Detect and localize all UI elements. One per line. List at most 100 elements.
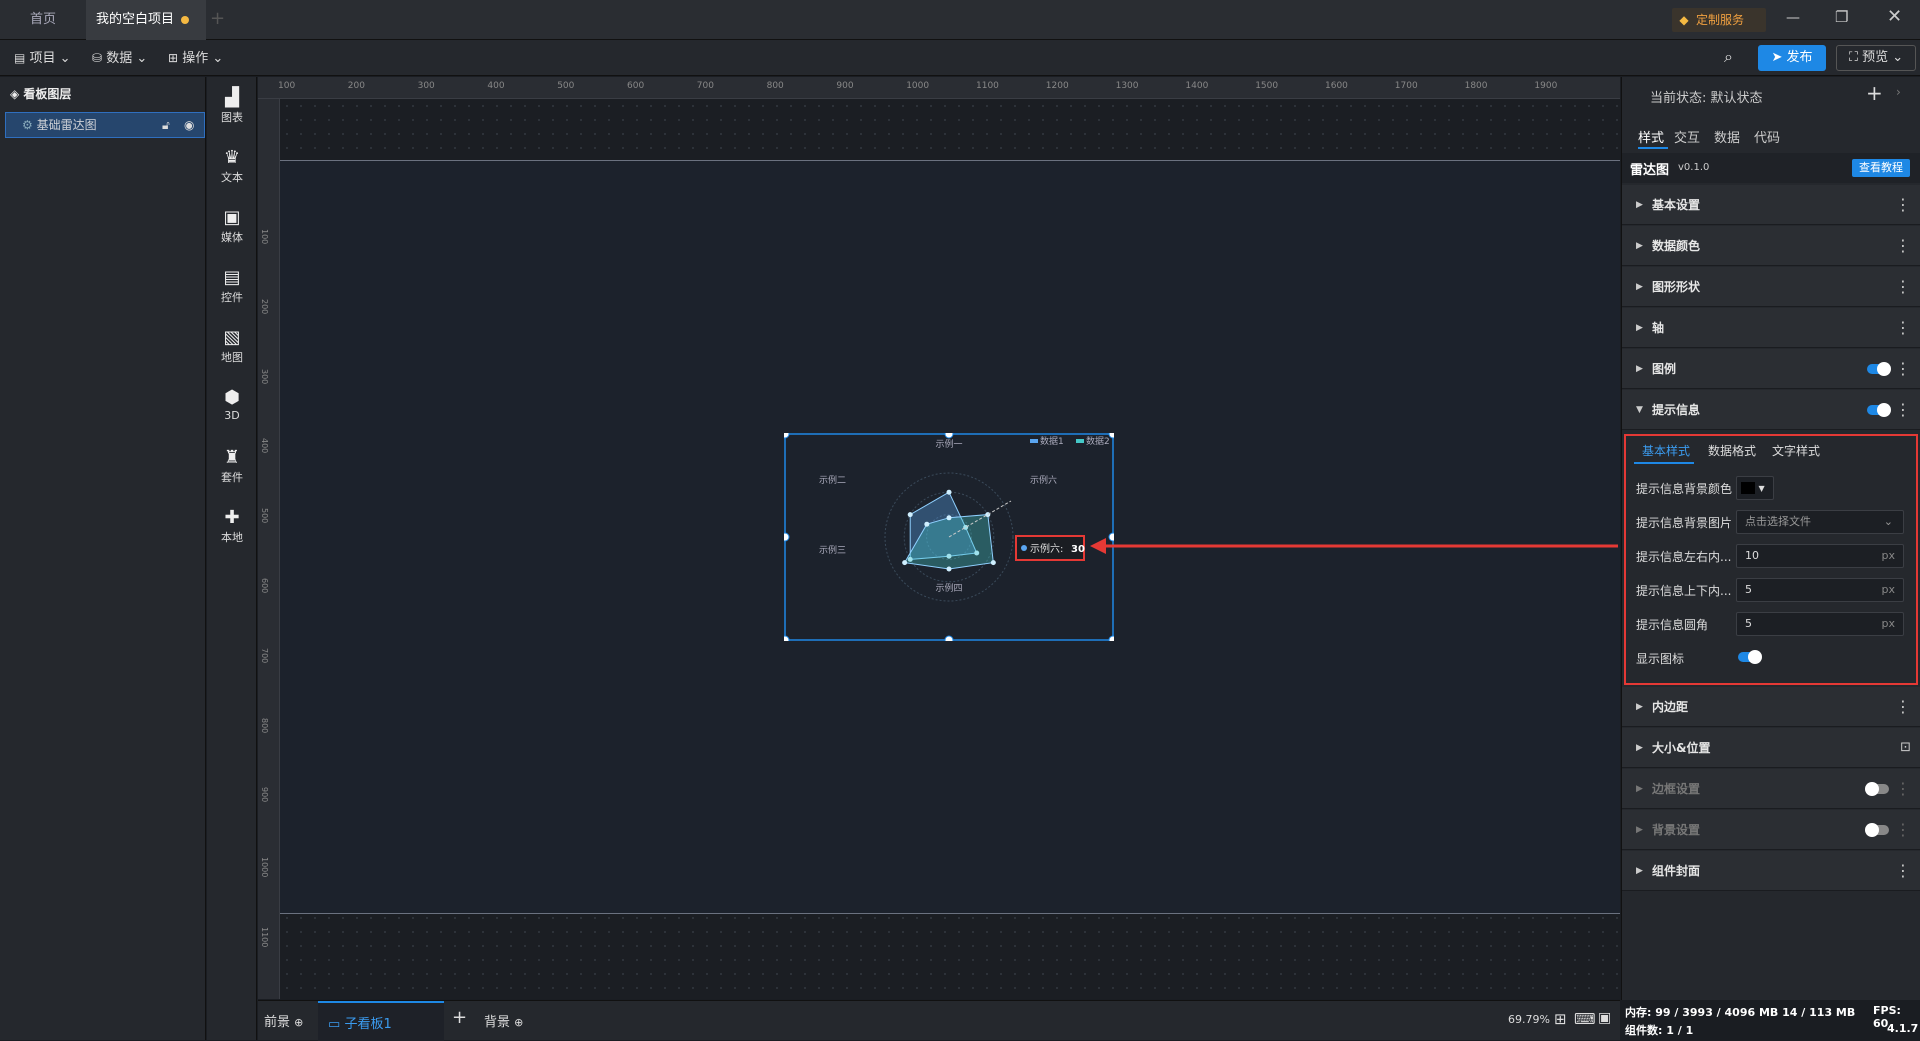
ruler-tick-label: 300 (417, 81, 435, 91)
tab-project-label: 我的空白项目 (96, 12, 175, 27)
more-icon[interactable]: ⋮ (1895, 687, 1911, 727)
tooltip-label: 示例六: (1030, 542, 1063, 555)
tab-interaction[interactable]: 交互 (1674, 127, 1700, 146)
custom-service-label: 定制服务 (1696, 13, 1745, 27)
keyboard-icon[interactable]: ⌨ (1574, 1010, 1596, 1028)
fit-icon[interactable]: ⊞ (1554, 1010, 1567, 1028)
radar-chart[interactable]: 示例一示例二示例三示例四示例五示例六 数据1数据2 示例六: 30 (784, 433, 1114, 641)
tab-foreground-label: 前景 (264, 1015, 291, 1030)
add-circle-icon[interactable]: ⊕ (514, 1016, 523, 1029)
section-label: 边框设置 (1652, 782, 1701, 796)
section-background[interactable]: ▶ 背景设置 ⋮ (1622, 810, 1920, 850)
add-board-icon[interactable]: + (452, 1007, 467, 1028)
section-legend[interactable]: ▶ 图例 ⋮ (1622, 349, 1920, 389)
tab-data-format[interactable]: 数据格式 (1708, 442, 1756, 459)
radar-point (907, 512, 913, 518)
more-icon[interactable]: ⋮ (1895, 308, 1911, 348)
section-data-colors[interactable]: ▶ 数据颜色 ⋮ (1622, 226, 1920, 266)
padding-tb-value: 5 (1745, 583, 1752, 596)
publish-button[interactable]: ➤ 发布 (1758, 45, 1826, 71)
tab-foreground[interactable]: 前景 ⊕ (264, 1011, 303, 1030)
legend-label: 数据2 (1086, 435, 1110, 447)
media-icon: ▣ (223, 207, 241, 228)
ruler-tick-label: 400 (260, 438, 269, 454)
padding-tb-input[interactable]: 5 px (1736, 578, 1904, 602)
more-icon[interactable]: ⋮ (1895, 267, 1911, 307)
more-icon[interactable]: ⋮ (1895, 810, 1911, 850)
add-circle-icon[interactable]: ⊕ (294, 1016, 303, 1029)
tutorial-button[interactable]: 查看教程 (1852, 159, 1910, 177)
section-tooltip[interactable]: ▼ 提示信息 ⋮ (1622, 390, 1920, 430)
legend-toggle[interactable] (1867, 362, 1891, 376)
more-icon[interactable]: ⋮ (1895, 349, 1911, 389)
lock-icon[interactable]: ⊡ (1900, 728, 1911, 768)
radar-indicator-label: 示例六 (1030, 474, 1057, 486)
caret-right-icon: ▶ (1636, 241, 1643, 251)
bg-color-picker[interactable]: ▼ (1736, 476, 1774, 500)
tool-3d[interactable]: ⬢ 3D (207, 387, 257, 422)
preview-button[interactable]: ⛶ 预览 ⌄ (1836, 45, 1916, 71)
unit-label: px (1881, 583, 1896, 596)
tab-code[interactable]: 代码 (1754, 127, 1780, 146)
section-border[interactable]: ▶ 边框设置 ⋮ (1622, 769, 1920, 809)
section-basic-settings[interactable]: ▶ 基本设置 ⋮ (1622, 185, 1920, 225)
section-padding[interactable]: ▶ 内边距 ⋮ (1622, 687, 1920, 727)
tab-basic-style[interactable]: 基本样式 (1642, 442, 1690, 459)
tool-control-label: 控件 (221, 291, 243, 304)
zoom-level[interactable]: 69.79% (1508, 1013, 1550, 1026)
more-icon[interactable]: ⋮ (1895, 390, 1911, 430)
custom-service-button[interactable]: ◆ 定制服务 (1672, 8, 1766, 32)
restore-icon[interactable]: ❐ (1835, 8, 1848, 26)
tool-control[interactable]: ▤ 控件 (207, 267, 257, 305)
menu-data[interactable]: ⛁ 数据 ⌄ (92, 40, 147, 76)
more-icon[interactable]: ⋮ (1895, 769, 1911, 809)
component-count: 组件数: 1 / 1 (1625, 1022, 1693, 1038)
tool-local[interactable]: ✚ 本地 (207, 507, 257, 545)
minimize-icon[interactable]: — (1786, 10, 1800, 26)
radius-input[interactable]: 5 px (1736, 612, 1904, 636)
tab-project[interactable]: 我的空白项目 (86, 0, 206, 40)
count-label: 组件数: (1625, 1024, 1663, 1037)
more-icon[interactable]: ⋮ (1895, 226, 1911, 266)
section-size-position[interactable]: ▶ 大小&位置 ⊡ (1622, 728, 1920, 768)
radar-point (946, 489, 952, 495)
padding-lr-value: 10 (1745, 549, 1759, 562)
add-tab-icon[interactable]: + (210, 8, 225, 29)
section-shape[interactable]: ▶ 图形形状 ⋮ (1622, 267, 1920, 307)
tab-data[interactable]: 数据 (1714, 127, 1740, 146)
padding-lr-input[interactable]: 10 px (1736, 544, 1904, 568)
more-icon[interactable]: ⋮ (1895, 851, 1911, 891)
toggle-knob (1865, 823, 1879, 837)
menu-operation[interactable]: ⊞ 操作 ⌄ (168, 40, 223, 76)
tool-map[interactable]: ▧ 地图 (207, 327, 257, 365)
bg-image-select[interactable]: 点击选择文件 ⌄ (1736, 510, 1904, 534)
layer-item[interactable]: ⚙ 基础雷达图 🔓︎ ◉ (5, 112, 205, 138)
eye-icon[interactable]: ◉ (184, 113, 194, 137)
tab-home[interactable]: 首页 (0, 0, 86, 40)
tab-style[interactable]: 样式 (1638, 127, 1664, 146)
terminal-icon[interactable]: ▣ (1598, 1010, 1611, 1026)
background-toggle[interactable] (1865, 823, 1889, 837)
tool-chart[interactable]: ▟ 图表 (207, 87, 257, 125)
radar-indicator-label: 示例一 (935, 438, 962, 450)
radar-point (985, 512, 991, 518)
tab-text-style[interactable]: 文字样式 (1772, 442, 1820, 459)
tool-text[interactable]: ♛ 文本 (207, 147, 257, 185)
add-state-icon[interactable]: + (1866, 81, 1883, 105)
show-icon-toggle[interactable] (1738, 650, 1762, 664)
state-value: 默认状态 (1710, 91, 1763, 106)
section-axis[interactable]: ▶ 轴 ⋮ (1622, 308, 1920, 348)
close-icon[interactable]: ✕ (1887, 6, 1902, 27)
tab-sub-board[interactable]: ▭ 子看板1 (318, 1001, 444, 1041)
section-cover[interactable]: ▶ 组件封面 ⋮ (1622, 851, 1920, 891)
search-icon[interactable]: ⌕ (1724, 47, 1733, 67)
unlock-icon[interactable]: 🔓︎ (162, 113, 170, 137)
chevron-right-icon[interactable]: › (1896, 85, 1901, 99)
border-toggle[interactable] (1865, 782, 1889, 796)
tool-media[interactable]: ▣ 媒体 (207, 207, 257, 245)
more-icon[interactable]: ⋮ (1895, 185, 1911, 225)
tool-kit[interactable]: ♜ 套件 (207, 447, 257, 485)
tooltip-toggle[interactable] (1867, 403, 1891, 417)
menu-project[interactable]: ▤ 项目 ⌄ (14, 40, 71, 76)
tab-background[interactable]: 背景 ⊕ (484, 1011, 523, 1030)
